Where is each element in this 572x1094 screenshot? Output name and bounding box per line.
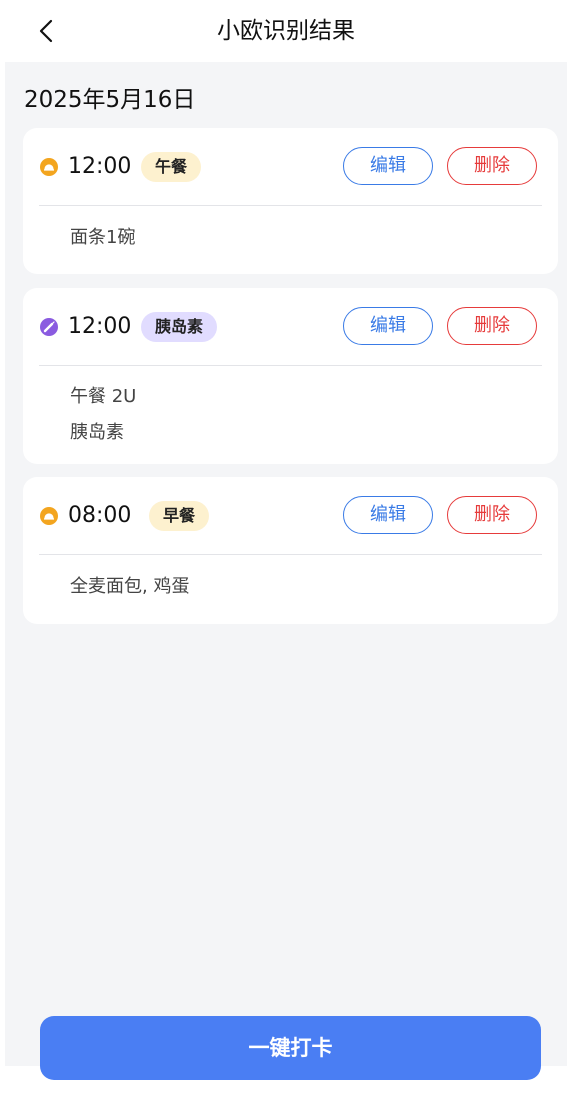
record-tag: 胰岛素	[141, 312, 218, 342]
delete-button[interactable]: 删除	[447, 147, 537, 185]
record-header: 12:00 午餐 编辑 删除	[23, 128, 558, 206]
divider	[39, 205, 542, 206]
record-detail: 胰岛素	[70, 422, 124, 443]
record-time: 08:00	[68, 503, 132, 528]
edit-button[interactable]: 编辑	[343, 496, 433, 534]
record-detail: 面条1碗	[70, 227, 136, 248]
record-time: 12:00	[68, 154, 132, 179]
divider	[39, 554, 542, 555]
one-click-checkin-button[interactable]: 一键打卡	[40, 1016, 541, 1080]
content-area: 2025年5月16日 12:00 午餐 编辑 删除 面条1碗 12:00 胰岛素…	[5, 62, 567, 1066]
delete-button[interactable]: 删除	[447, 496, 537, 534]
record-time: 12:00	[68, 314, 132, 339]
delete-button[interactable]: 删除	[447, 307, 537, 345]
record-card: 12:00 午餐 编辑 删除 面条1碗	[23, 128, 558, 274]
record-detail: 午餐 2U	[70, 386, 137, 407]
record-tag: 午餐	[141, 152, 202, 182]
record-header: 12:00 胰岛素 编辑 删除	[23, 288, 558, 366]
page-title: 小欧识别结果	[217, 18, 355, 44]
edit-button[interactable]: 编辑	[343, 307, 433, 345]
top-bar: 小欧识别结果	[0, 0, 572, 62]
insulin-pen-icon	[40, 318, 58, 336]
divider	[39, 365, 542, 366]
record-date: 2025年5月16日	[24, 87, 196, 113]
meal-icon	[40, 507, 58, 525]
record-header: 08:00 早餐 编辑 删除	[23, 477, 558, 555]
record-detail: 全麦面包, 鸡蛋	[70, 576, 190, 597]
record-card: 08:00 早餐 编辑 删除 全麦面包, 鸡蛋	[23, 477, 558, 624]
record-card: 12:00 胰岛素 编辑 删除 午餐 2U 胰岛素	[23, 288, 558, 464]
meal-icon	[40, 158, 58, 176]
record-tag: 早餐	[149, 501, 210, 531]
edit-button[interactable]: 编辑	[343, 147, 433, 185]
